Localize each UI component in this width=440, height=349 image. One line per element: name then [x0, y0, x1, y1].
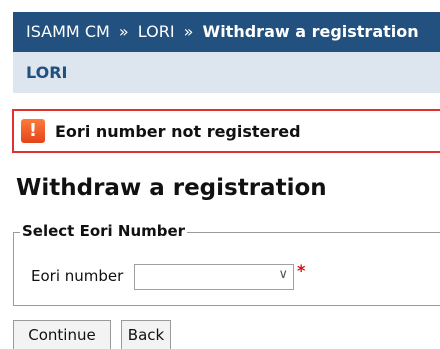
chevron-down-icon: ∨: [278, 267, 288, 282]
breadcrumb: ISAMM CM » LORI » Withdraw a registratio…: [13, 12, 440, 52]
app-title-bar: LORI: [13, 52, 440, 93]
breadcrumb-separator: »: [183, 22, 194, 41]
continue-button[interactable]: Continue: [13, 320, 111, 349]
breadcrumb-separator: »: [118, 22, 129, 41]
required-marker: *: [297, 261, 306, 280]
eori-number-label: Eori number: [31, 267, 124, 285]
fieldset-legend: Select Eori Number: [20, 222, 188, 240]
app-title: LORI: [26, 63, 68, 82]
error-message-box: ! Eori number not registered: [12, 109, 440, 153]
error-message: Eori number not registered: [55, 121, 301, 141]
breadcrumb-item-lori[interactable]: LORI: [138, 22, 175, 41]
eori-fieldset: Select Eori Number Eori number ∨ *: [13, 222, 440, 306]
error-exclamation-icon: !: [21, 119, 45, 143]
breadcrumb-item-isamm[interactable]: ISAMM CM: [26, 22, 110, 41]
page: ISAMM CM » LORI » Withdraw a registratio…: [0, 0, 440, 349]
breadcrumb-current: Withdraw a registration: [202, 22, 419, 41]
eori-number-select[interactable]: ∨: [134, 264, 294, 290]
back-button[interactable]: Back: [121, 320, 171, 349]
page-title: Withdraw a registration: [16, 175, 327, 201]
